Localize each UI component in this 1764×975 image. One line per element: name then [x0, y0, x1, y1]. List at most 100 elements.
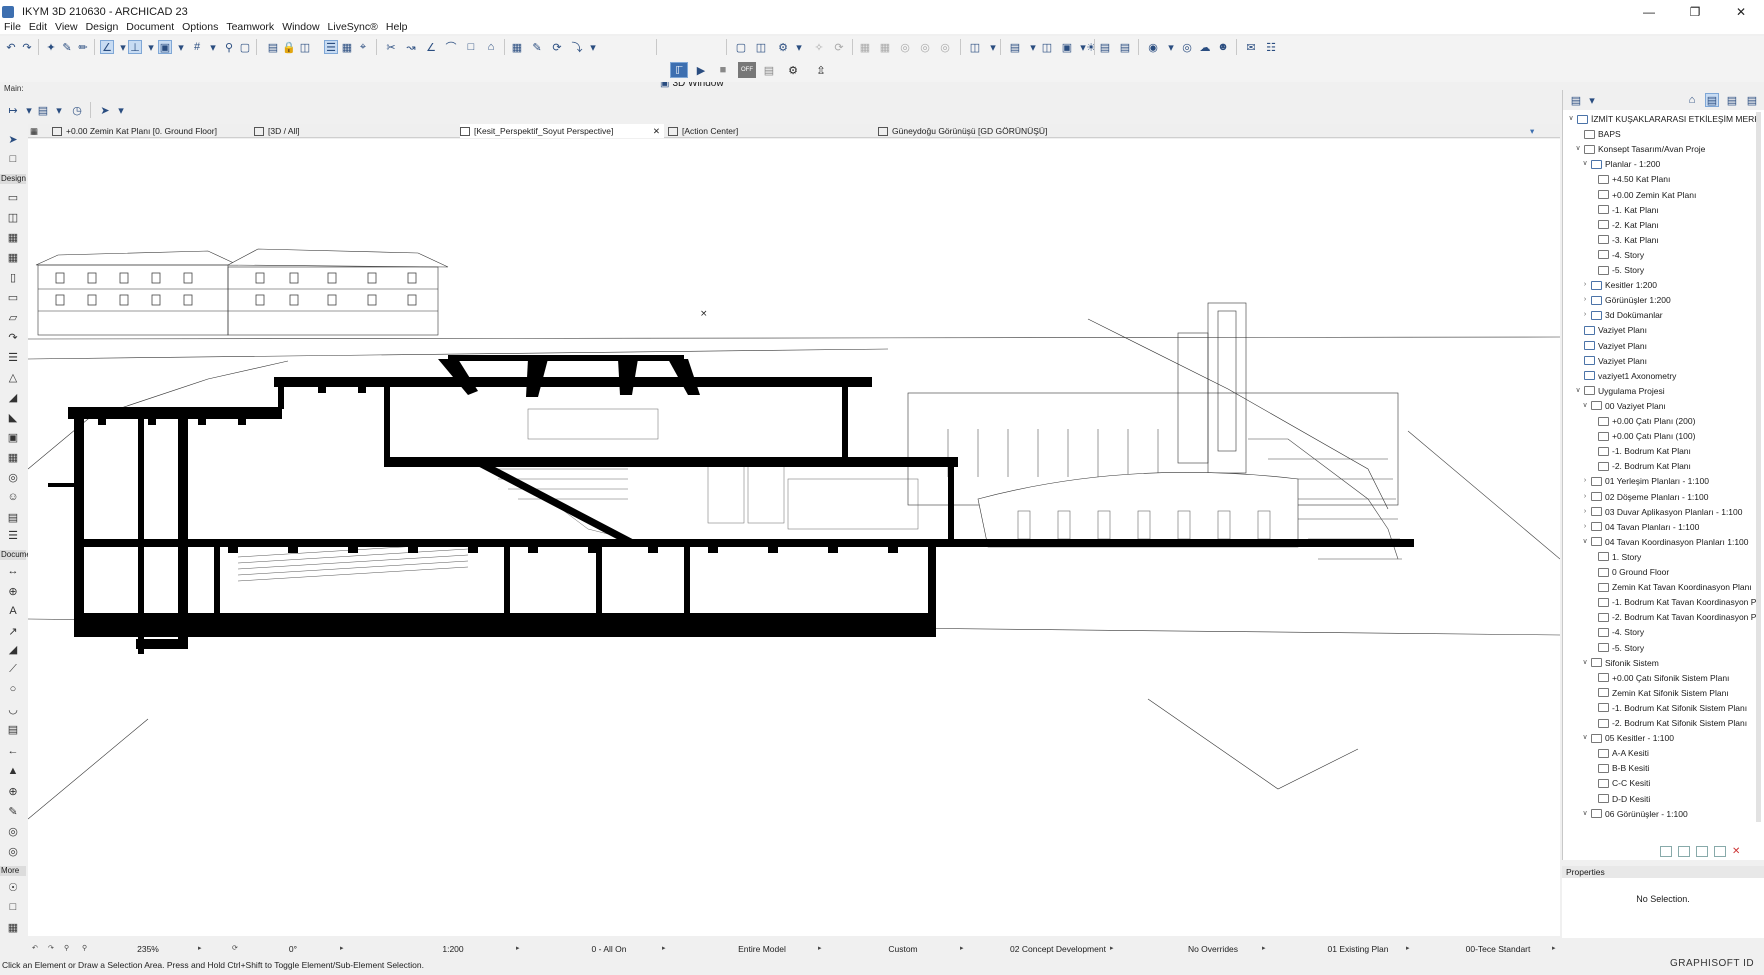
navigator-item[interactable]: -2. Bodrum Kat Tavan Koordinasyon Pla [1588, 610, 1761, 624]
navigator-item[interactable]: ∨ 05 Kesitler - 1:100 [1581, 731, 1674, 745]
menu-teamwork[interactable]: Teamwork [224, 20, 280, 34]
text-tool-icon[interactable]: A [5, 604, 21, 618]
navigator-item[interactable]: › 3d Dokümanlar [1581, 308, 1663, 322]
navigator-item[interactable]: › 01 Yerleşim Planları - 1:100 [1581, 474, 1709, 488]
grid-snap-icon[interactable]: # [190, 40, 204, 54]
navigator-item[interactable]: Vaziyet Planı [1574, 323, 1647, 337]
fit-icon[interactable]: ◎ [938, 40, 952, 54]
play-icon[interactable]: ▶ [694, 63, 708, 77]
navigator-item[interactable]: C-C Kesiti [1588, 776, 1650, 790]
dropdown-arrow-icon[interactable]: ▾ [1164, 40, 1178, 54]
chevron-down-icon[interactable]: ∨ [1581, 535, 1589, 549]
view-settings-icon[interactable]: ▤ [266, 40, 280, 54]
toolbox-section-document[interactable]: Docume [0, 550, 31, 560]
navigator-item[interactable]: -3. Kat Planı [1588, 233, 1659, 247]
navigator-item[interactable]: › 04 Tavan Planları - 1:100 [1581, 520, 1700, 534]
arrow-tool-icon[interactable]: ➤ [5, 132, 21, 146]
navigator-item[interactable]: BAPS [1574, 127, 1621, 141]
dropdown-arrow-icon[interactable]: ▾ [586, 40, 600, 54]
navigator-item[interactable]: -4. Story [1588, 248, 1644, 262]
menu-file[interactable]: File [2, 20, 27, 34]
navigator-item[interactable]: Vaziyet Planı [1574, 339, 1647, 353]
graphisoft-id-link[interactable]: GRAPHISOFT ID [1670, 958, 1754, 969]
pen-set-field[interactable]: Custom [878, 942, 928, 956]
bimx-icon[interactable]: ◎ [1180, 40, 1194, 54]
chevron-down-icon[interactable]: ∨ [1581, 807, 1589, 821]
trace-icon[interactable]: ☰ [324, 40, 338, 54]
menu-window[interactable]: Window [280, 20, 325, 34]
bimcloud-icon[interactable]: ☁ [1198, 40, 1212, 54]
chevron-right-icon[interactable]: › [1581, 308, 1589, 322]
layer-dropdown-icon[interactable]: ▸ [662, 942, 666, 956]
snap-guides-icon[interactable]: ⊥ [128, 40, 142, 54]
adjust-icon[interactable]: ↝ [404, 40, 418, 54]
view-settings-icon[interactable] [1714, 846, 1726, 857]
parallel-projection-icon[interactable]: ▢ [734, 40, 748, 54]
chevron-right-icon[interactable]: › [1581, 474, 1589, 488]
navigator-item[interactable]: -5. Story [1588, 263, 1644, 277]
navigator-item[interactable]: ∨ Planlar - 1:200 [1581, 157, 1660, 171]
door-tool-icon[interactable]: ◫ [5, 210, 21, 224]
tab-3d-all[interactable]: [3D / All] [254, 124, 454, 138]
chevron-right-icon[interactable]: › [1581, 293, 1589, 307]
toolbox-section-design[interactable]: Design [0, 174, 26, 184]
chevron-down-icon[interactable]: ∨ [1567, 112, 1575, 126]
zoom-in-3d-icon[interactable]: ▦ [858, 40, 872, 54]
navigator-item[interactable]: › Kesitler 1:200 [1581, 278, 1657, 292]
fill-tool-icon[interactable]: ◢ [5, 642, 21, 656]
menu-view[interactable]: View [53, 20, 84, 34]
rotate-icon[interactable]: ⟳ [550, 40, 564, 54]
roof-tool-icon[interactable]: △ [5, 370, 21, 384]
navigator-item[interactable]: Vaziyet Planı [1574, 354, 1647, 368]
navigator-item[interactable]: -2. Bodrum Kat Sifonik Sistem Planı [1588, 716, 1747, 730]
dropdown-arrow-icon[interactable]: ▾ [1026, 40, 1040, 54]
navigator-item[interactable]: -4. Story [1588, 625, 1644, 639]
navigator-popup-icon[interactable]: ▤ [1569, 93, 1583, 107]
dropdown-arrow-icon[interactable]: ▾ [206, 40, 220, 54]
navigator-item[interactable]: -1. Kat Planı [1588, 203, 1659, 217]
dropdown-arrow-icon[interactable]: ▾ [1585, 93, 1599, 107]
model-view-options-field[interactable]: 02 Concept Development [998, 942, 1118, 956]
menu-edit[interactable]: Edit [27, 20, 53, 34]
override-dropdown-icon[interactable]: ▸ [1262, 942, 1266, 956]
menu-options[interactable]: Options [180, 20, 224, 34]
fillet-icon[interactable]: ⌒ [444, 40, 458, 54]
clone-icon[interactable] [1696, 846, 1708, 857]
chevron-down-icon[interactable]: ∨ [1581, 656, 1589, 670]
zoom-in-icon[interactable]: ⚲ [64, 942, 69, 956]
clock-icon[interactable]: ◷ [70, 103, 84, 117]
pen-set-dropdown-icon[interactable]: ▸ [960, 942, 964, 956]
navigator-item[interactable]: 1. Story [1588, 550, 1641, 564]
angle-dropdown-icon[interactable]: ▸ [340, 942, 344, 956]
pan-icon[interactable]: ◎ [918, 40, 932, 54]
navigator-item[interactable]: › Görünüşler 1:200 [1581, 293, 1671, 307]
zoom-out-icon[interactable]: ⚲ [82, 942, 87, 956]
stop-icon[interactable]: ■ [716, 63, 730, 77]
properties-header[interactable]: Properties [1562, 866, 1764, 878]
scale-dropdown-icon[interactable]: ▸ [516, 942, 520, 956]
figure-tool-icon[interactable]: □ [5, 900, 21, 914]
marquee-icon[interactable]: ▤ [1008, 40, 1022, 54]
zoom-out-3d-icon[interactable]: ▦ [878, 40, 892, 54]
level-dimension-icon[interactable]: ⊕ [5, 584, 21, 598]
label-tool-icon[interactable]: ↗ [5, 624, 21, 638]
redo-zoom-icon[interactable]: ↷ [48, 942, 54, 956]
explode-icon[interactable]: ⌂ [484, 40, 498, 54]
curtain-wall-icon[interactable]: ▦ [5, 250, 21, 264]
tab-elevation[interactable]: Güneydoğu Görünüşü [GD GÖRÜNÜŞÜ] [878, 124, 1098, 138]
tab-overflow-icon[interactable]: ▾ [1530, 124, 1556, 138]
mvo-dropdown-icon[interactable]: ▸ [1110, 942, 1114, 956]
line-tool-icon[interactable]: ⟋ [5, 662, 21, 676]
navigator-item[interactable]: -2. Kat Planı [1588, 218, 1659, 232]
navigator-item[interactable]: ∨ 00 Vaziyet Planı [1581, 399, 1665, 413]
delete-icon[interactable]: ✕ [1732, 846, 1744, 857]
marquee-tool-icon[interactable]: ▤ [36, 103, 50, 117]
intersect-icon[interactable]: ∠ [424, 40, 438, 54]
section-tool-icon[interactable]: ← [5, 744, 21, 758]
tab-grid-icon[interactable]: ▦ [30, 124, 52, 138]
teamwork-icon[interactable]: ☻ [1216, 40, 1230, 54]
livesync-icon[interactable]: ℾ [670, 62, 688, 78]
elevation-tool-icon[interactable]: ▲ [5, 764, 21, 778]
camera-icon[interactable]: ◉ [1146, 40, 1160, 54]
menu-document[interactable]: Document [124, 20, 180, 34]
